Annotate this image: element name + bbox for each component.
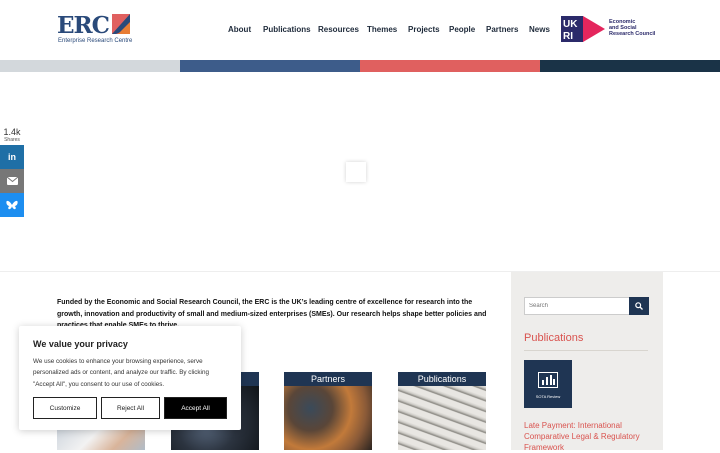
- cookie-body: We use cookies to enhance your browsing …: [33, 358, 209, 388]
- linkedin-icon: in: [8, 152, 16, 162]
- svg-text:UK: UK: [563, 19, 578, 30]
- bluesky-icon: [6, 200, 18, 209]
- nav-publications[interactable]: Publications: [263, 25, 311, 37]
- cookie-consent-dialog: We value your privacy We use cookies to …: [19, 326, 241, 430]
- logo-text: ERC: [57, 12, 110, 39]
- ukri-logo-mark: UK RI: [561, 16, 605, 42]
- logo-mark-icon: [112, 14, 130, 34]
- email-icon: [6, 177, 18, 185]
- tile-partners-label: Partners: [284, 372, 372, 386]
- search-input[interactable]: [524, 297, 630, 315]
- featured-badge: SOTA Review: [535, 394, 561, 399]
- sidebar: Publications SOTA Review Late Payment: I…: [511, 272, 663, 453]
- site-header: ERC Enterprise Research Centre About Pub…: [0, 0, 720, 60]
- nav-partners[interactable]: Partners: [486, 25, 518, 37]
- stripe-3: [360, 60, 540, 72]
- share-bluesky-button[interactable]: [0, 193, 24, 217]
- publications-heading: Publications: [524, 332, 584, 344]
- erc-logo[interactable]: ERC Enterprise Research Centre: [57, 12, 137, 48]
- cookie-customize-button[interactable]: Customize: [33, 397, 97, 419]
- share-count-number: 1.4k: [3, 127, 21, 137]
- tile-partners[interactable]: Partners: [284, 372, 372, 450]
- share-email-button[interactable]: [0, 169, 24, 193]
- bar-chart-icon: [538, 372, 558, 388]
- featured-publication-title[interactable]: Late Payment: International Comparative …: [524, 420, 654, 453]
- tile-publications-image: [398, 386, 486, 450]
- nav-themes[interactable]: Themes: [367, 25, 397, 37]
- loading-indicator: [346, 162, 366, 182]
- share-count: 1.4k Shares: [0, 127, 24, 143]
- tile-publications-label: Publications: [398, 372, 486, 386]
- tile-publications[interactable]: Publications: [398, 372, 486, 450]
- esrc-name: Economic and Social Research Council: [609, 19, 655, 37]
- stripe-1: [0, 60, 180, 72]
- svg-text:RI: RI: [563, 31, 573, 42]
- esrc-logo[interactable]: UK RI Economic and Social Research Counc…: [561, 16, 659, 42]
- tile-1-image: [57, 428, 145, 450]
- stripe-4: [540, 60, 720, 72]
- search-button[interactable]: [629, 297, 649, 315]
- featured-publication-thumbnail[interactable]: SOTA Review: [524, 360, 572, 408]
- hero-slider: [0, 72, 720, 272]
- nav-about[interactable]: About: [228, 25, 251, 37]
- share-count-label: Shares: [4, 137, 20, 143]
- search-icon: [635, 302, 643, 310]
- cookie-accept-button[interactable]: Accept All: [164, 397, 227, 419]
- nav-projects[interactable]: Projects: [408, 25, 440, 37]
- nav-news[interactable]: News: [529, 25, 550, 37]
- nav-people[interactable]: People: [449, 25, 475, 37]
- esrc-line-3: Research Council: [609, 31, 656, 37]
- logo-subtitle: Enterprise Research Centre: [58, 38, 133, 44]
- nav-resources[interactable]: Resources: [318, 25, 359, 37]
- share-linkedin-button[interactable]: in: [0, 145, 24, 169]
- publications-divider: [524, 350, 648, 351]
- cookie-title: We value your privacy: [33, 339, 128, 349]
- stripe-2: [180, 60, 360, 72]
- tile-partners-image: [284, 386, 372, 450]
- cookie-reject-button[interactable]: Reject All: [101, 397, 160, 419]
